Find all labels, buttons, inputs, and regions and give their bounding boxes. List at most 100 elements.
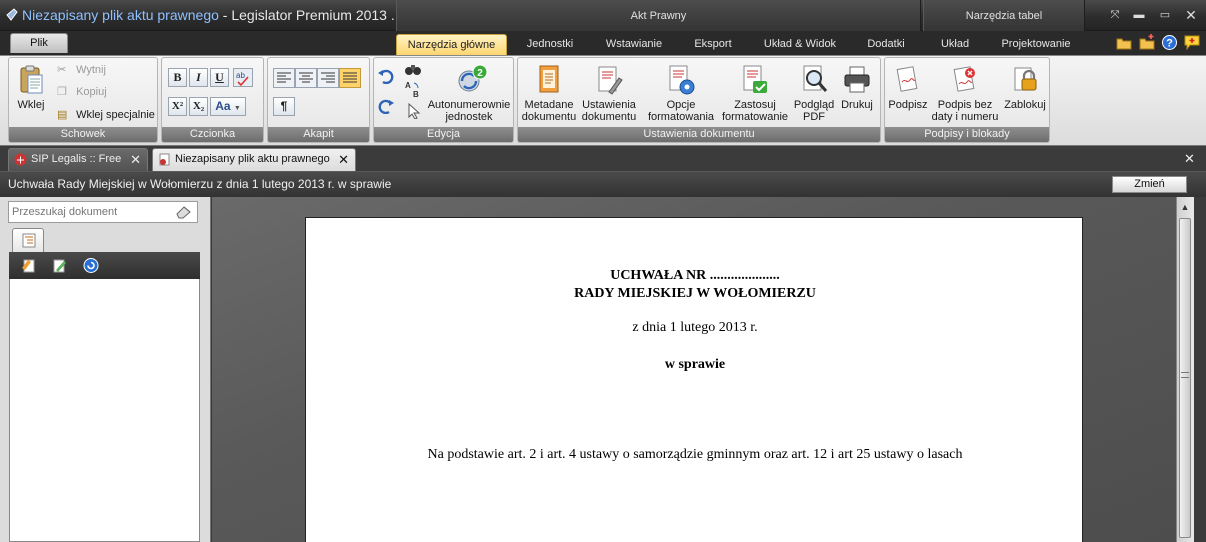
align-right-icon[interactable]	[317, 68, 339, 88]
tab-uklad-widok[interactable]: Układ & Widok	[752, 34, 848, 56]
sign-without-date-icon	[953, 66, 975, 92]
paste-special-icon: ▤	[57, 109, 68, 121]
svg-text:A: A	[405, 81, 411, 90]
superscript-button[interactable]: X²	[168, 97, 187, 116]
outline-tab[interactable]	[12, 228, 44, 252]
tab-projektowanie[interactable]: Projektowanie	[988, 34, 1084, 56]
resolution-number: UCHWAŁA NR ....................	[610, 268, 780, 283]
change-case-button[interactable]: Aa ▼	[210, 97, 246, 116]
sign-button[interactable]: Podpisz	[886, 64, 930, 111]
add-unit-icon[interactable]	[21, 258, 37, 273]
metadata-icon	[539, 65, 559, 93]
print-button[interactable]: Drukuj	[836, 64, 878, 111]
apply-formatting-label-1: Zastosuj	[734, 99, 776, 111]
svg-text:2: 2	[477, 68, 483, 79]
restore-icon[interactable]: ⤧	[1104, 7, 1126, 23]
select-cursor-icon[interactable]	[407, 103, 421, 119]
legal-basis: Na podstawie art. 2 i art. 4 ustawy o sa…	[427, 447, 963, 462]
lock-label: Zablokuj	[1004, 99, 1046, 111]
minimize-icon[interactable]: ▬	[1128, 7, 1150, 23]
document-page[interactable]: UCHWAŁA NR .................... RADY MIE…	[305, 217, 1083, 542]
undo-icon[interactable]	[378, 68, 394, 84]
align-center-icon[interactable]	[295, 68, 317, 88]
tab-dodatki[interactable]: Dodatki	[852, 34, 920, 56]
paste-special-button[interactable]: ▤ Wklej specjalnie	[57, 106, 155, 124]
apply-formatting-button[interactable]: Zastosuj formatowanie	[718, 64, 792, 123]
redo-icon[interactable]	[378, 98, 394, 114]
bold-button[interactable]: B	[168, 68, 187, 87]
new-folder-icon[interactable]	[1139, 34, 1155, 50]
close-icon[interactable]: ✕	[1180, 7, 1202, 23]
underline-button[interactable]: U	[210, 68, 229, 87]
pilcrow-button[interactable]: ¶	[273, 97, 295, 116]
cut-button[interactable]: ✂ Wytnij	[57, 61, 106, 79]
spellcheck-icon[interactable]: ab	[233, 68, 253, 87]
tab-narzedzia-glowne[interactable]: Narzędzia główne	[396, 34, 507, 56]
sign-without-date-label-1: Podpis bez	[937, 99, 993, 111]
autonumber-label-2: jednostek	[445, 111, 493, 123]
council-name: RADY MIEJSKIEJ W WOŁOMIERZU	[574, 286, 816, 301]
pdf-preview-label-1: Podgląd	[793, 99, 835, 111]
scissors-icon: ✂	[57, 64, 67, 76]
sign-without-date-button[interactable]: Podpis bez daty i numeru	[929, 64, 1001, 123]
help-icon[interactable]: ?	[1162, 35, 1177, 50]
context-group-table-tools-label: Narzędzia tabel	[965, 10, 1043, 22]
copy-button[interactable]: ❐ Kopiuj	[57, 83, 107, 101]
doc-tab-sip-legalis[interactable]: SIP Legalis :: Free ✕	[8, 148, 148, 171]
sign-label: Podpisz	[888, 99, 928, 111]
doc-tab-unsaved-act[interactable]: Niezapisany plik aktu prawnego ✕	[152, 148, 356, 171]
change-title-button[interactable]: Zmień	[1112, 176, 1187, 193]
open-folder-icon[interactable]	[1116, 36, 1132, 50]
autonumber-button[interactable]: Autonumerownie jednostek	[426, 99, 512, 123]
tab-uklad[interactable]: Układ	[926, 34, 984, 56]
maximize-icon[interactable]: ▭	[1154, 7, 1176, 23]
formatting-options-button[interactable]: Opcje formatowania	[644, 64, 718, 123]
close-tab-icon[interactable]: ✕	[338, 149, 349, 170]
doc-tab-unsaved-act-label: Niezapisany plik aktu prawnego	[175, 153, 330, 165]
group-paragraph: ¶ Akapit	[267, 57, 370, 143]
document-settings-button[interactable]: Ustawienia dokumentu	[578, 64, 640, 123]
outline-icon	[22, 233, 36, 248]
group-signatures-label: Podpisy i blokady	[885, 127, 1049, 142]
change-case-label: Aa	[215, 99, 231, 113]
apply-formatting-label-2: formatowanie	[721, 111, 789, 123]
outline-toolbar	[9, 252, 200, 279]
group-font: B I U ab X² X₂ Aa ▼ Czcionka	[161, 57, 264, 143]
tab-wstawianie[interactable]: Wstawianie	[592, 34, 676, 56]
find-binoculars-icon[interactable]	[404, 62, 422, 76]
outline-tree[interactable]	[9, 279, 200, 542]
file-tab[interactable]: Plik	[10, 33, 68, 53]
tab-eksport[interactable]: Eksport	[678, 34, 748, 56]
refresh-icon[interactable]	[83, 258, 99, 273]
alignment-buttons	[273, 68, 361, 88]
close-tab-icon[interactable]: ✕	[130, 149, 141, 170]
scroll-up-arrow-icon[interactable]: ▲	[1177, 199, 1193, 215]
edit-unit-icon[interactable]	[51, 258, 67, 273]
document-search-input[interactable]	[8, 201, 198, 223]
autonumber-icon: 2	[458, 64, 488, 92]
formatting-options-label-2: formatowania	[647, 111, 715, 123]
tab-jednostki[interactable]: Jednostki	[510, 34, 590, 56]
pdf-preview-button[interactable]: Podgląd PDF	[792, 64, 836, 123]
align-left-icon[interactable]	[273, 68, 295, 88]
doc-tab-sip-legalis-label: SIP Legalis :: Free	[31, 153, 122, 165]
svg-text:ab: ab	[236, 71, 245, 80]
feedback-icon[interactable]	[1184, 35, 1200, 50]
group-clipboard: Wklej ✂ Wytnij ❐ Kopiuj ▤ Wklej specjaln…	[8, 57, 158, 143]
lock-button[interactable]: Zablokuj	[1001, 64, 1049, 111]
metadata-button[interactable]: Metadane dokumentu	[520, 64, 578, 123]
cut-label: Wytnij	[76, 64, 106, 76]
scroll-thumb[interactable]	[1179, 218, 1191, 538]
paste-icon	[20, 65, 43, 94]
subscript-button[interactable]: X₂	[189, 97, 208, 116]
replace-icon[interactable]: AB	[404, 80, 422, 98]
document-settings-label-1: Ustawienia	[582, 99, 636, 111]
window-right-edge	[1194, 197, 1206, 542]
group-signatures: Podpisz Podpis bez daty i numeru Zablokuj…	[884, 57, 1050, 143]
paste-button[interactable]: Wklej	[13, 64, 49, 111]
apply-formatting-icon	[743, 65, 767, 93]
eraser-icon[interactable]	[175, 203, 193, 219]
justify-icon[interactable]	[339, 68, 361, 88]
close-all-tabs-icon[interactable]: ✕	[1184, 151, 1195, 167]
italic-button[interactable]: I	[189, 68, 208, 87]
